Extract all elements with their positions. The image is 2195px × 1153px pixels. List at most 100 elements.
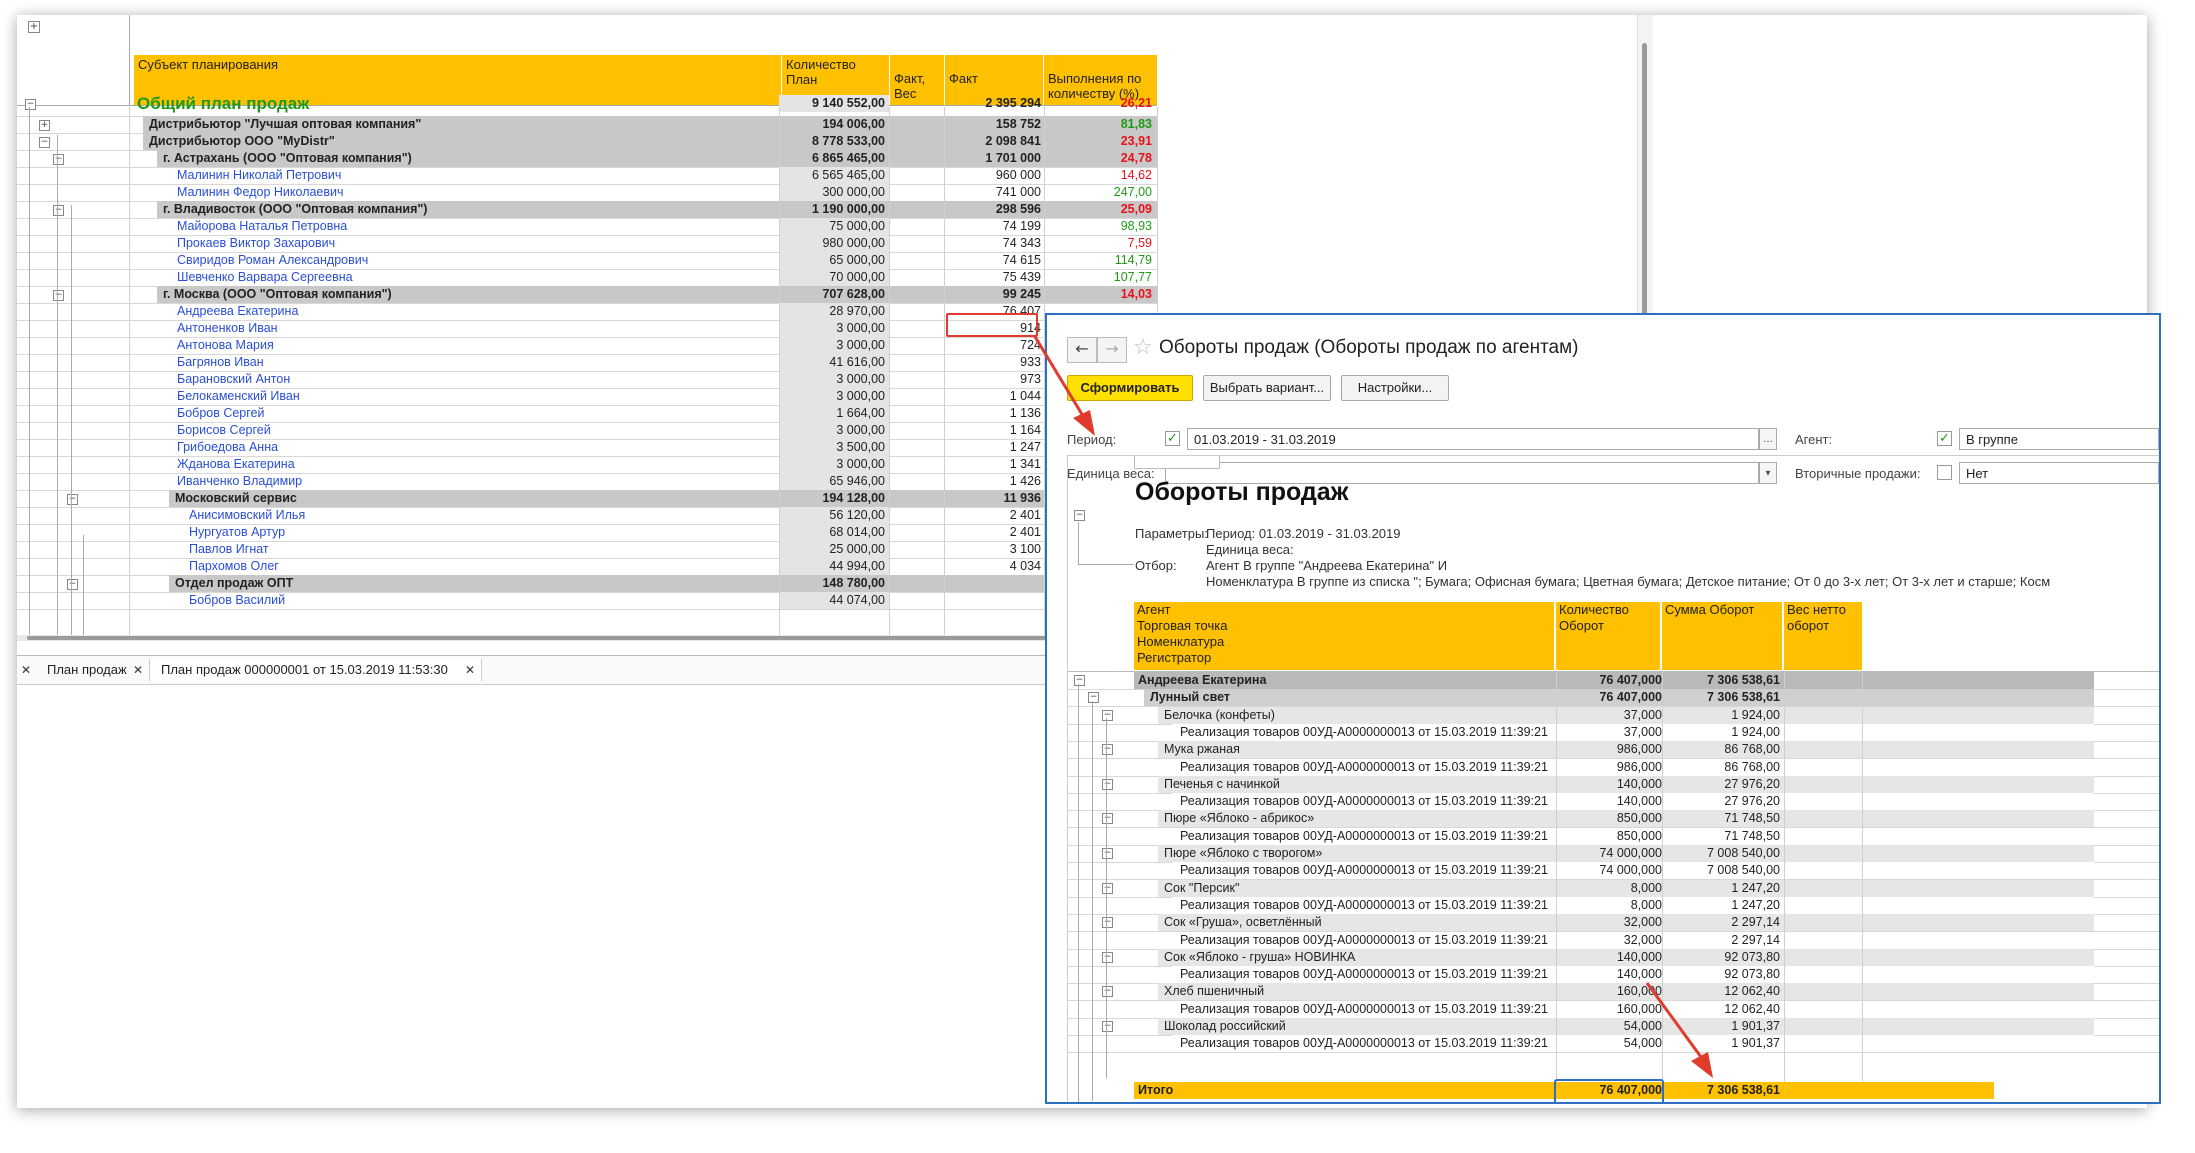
plan-row[interactable]: Бобров Василий 44 074,00 [17, 592, 1157, 610]
collapse-icon[interactable]: − [1102, 779, 1113, 790]
expand-icon[interactable]: + [39, 120, 50, 131]
plan-row[interactable]: Дистрибьютор ООО "MyDistr" 8 778 533,00 2 … [17, 133, 1157, 151]
collapse-icon[interactable]: − [1102, 883, 1113, 894]
plan-row-name[interactable]: Барановский Антон [177, 371, 290, 388]
plan-row-name[interactable]: Майорова Наталья Петровна [177, 218, 347, 235]
turnover-row[interactable]: Мука ржаная 986,000 86 768,00 [1068, 741, 2159, 759]
turnover-row[interactable]: Реализация товаров 00УД-А0000000013 от 1… [1068, 862, 2159, 880]
tab-plan[interactable]: План продаж ✕ [37, 659, 150, 681]
plan-row[interactable]: Бобров Сергей 1 664,00 1 136 [17, 405, 1157, 423]
plan-row[interactable]: Анисимовский Илья 56 120,00 2 401 [17, 507, 1157, 525]
plan-row-name[interactable]: Грибоедова Анна [177, 439, 278, 456]
plan-row[interactable]: Иванченко Владимир 65 946,00 1 426 [17, 473, 1157, 491]
turnover-row[interactable]: Реализация товаров 00УД-А0000000013 от 1… [1068, 966, 2159, 984]
plan-row[interactable]: Малинин Николай Петрович 6 565 465,00 960 … [17, 167, 1157, 185]
plan-row-name[interactable]: Анисимовский Илья [189, 507, 305, 524]
plan-row-name[interactable]: Малинин Федор Николаевич [177, 184, 344, 201]
plan-row-name[interactable]: Борисов Сергей [177, 422, 271, 439]
plan-row[interactable]: Жданова Екатерина 3 000,00 1 341 [17, 456, 1157, 474]
collapse-icon[interactable]: − [1102, 986, 1113, 997]
turnover-row[interactable]: Реализация товаров 00УД-А0000000013 от 1… [1068, 828, 2159, 846]
generate-button[interactable]: Сформировать [1067, 375, 1193, 401]
turnover-row[interactable]: Сок "Персик" 8,000 1 247,20 [1068, 880, 2159, 898]
plan-row[interactable]: Павлов Игнат 25 000,00 3 100 [17, 541, 1157, 559]
plan-row-name[interactable]: Жданова Екатерина [177, 456, 295, 473]
turnover-row[interactable]: Реализация товаров 00УД-А0000000013 от 1… [1068, 897, 2159, 915]
plan-row[interactable]: Нургуатов Артур 68 014,00 2 401 [17, 524, 1157, 542]
back-arrow-icon[interactable]: ← [1067, 337, 1097, 363]
turnover-row[interactable]: Реализация товаров 00УД-А0000000013 от 1… [1068, 932, 2159, 950]
collapse-icon[interactable]: − [67, 579, 78, 590]
turnover-row[interactable]: Шоколад российский 54,000 1 901,37 [1068, 1018, 2159, 1036]
period-checkbox[interactable]: ✓ [1165, 431, 1180, 446]
collapse-icon[interactable]: − [1102, 813, 1113, 824]
plan-row[interactable]: Белокаменский Иван 3 000,00 1 044 [17, 388, 1157, 406]
collapse-icon[interactable]: − [53, 290, 64, 301]
turnover-row[interactable]: Реализация товаров 00УД-А0000000013 от 1… [1068, 1035, 2159, 1053]
plan-row[interactable]: Майорова Наталья Петровна 75 000,00 74 199… [17, 218, 1157, 236]
plan-row[interactable]: Общий план продаж 9 140 552,00 2 395 294 26… [17, 95, 1157, 117]
tab-plan-document[interactable]: План продаж 000000001 от 15.03.2019 11:5… [151, 659, 482, 681]
collapse-icon[interactable]: − [53, 154, 64, 165]
forward-arrow-icon[interactable]: → [1097, 337, 1127, 363]
plan-row[interactable]: Грибоедова Анна 3 500,00 1 247 [17, 439, 1157, 457]
plan-row[interactable]: Барановский Антон 3 000,00 973 [17, 371, 1157, 389]
turnover-row[interactable]: Лунный свет 76 407,000 7 306 538,61 [1068, 689, 2159, 707]
plan-row-name[interactable]: Нургуатов Артур [189, 524, 285, 541]
turnover-row[interactable]: Белочка (конфеты) 37,000 1 924,00 [1068, 707, 2159, 725]
plan-row-name[interactable]: Павлов Игнат [189, 541, 269, 558]
plan-row-name[interactable]: Белокаменский Иван [177, 388, 300, 405]
collapse-icon[interactable]: − [1074, 510, 1085, 521]
settings-button[interactable]: Настройки... [1341, 375, 1449, 401]
collapse-icon[interactable]: − [1102, 917, 1113, 928]
turnover-row[interactable]: Реализация товаров 00УД-А0000000013 от 1… [1068, 793, 2159, 811]
turnover-row[interactable]: Печенья с начинкой 140,000 27 976,20 [1068, 776, 2159, 794]
plan-row[interactable]: г. Москва (ООО "Оптовая компания") 707 62… [17, 286, 1157, 304]
plan-row[interactable]: Прокаев Виктор Захарович 980 000,00 74 343… [17, 235, 1157, 253]
hscroll-thumb[interactable] [27, 636, 1057, 640]
period-input[interactable]: 01.03.2019 - 31.03.2019 [1187, 428, 1759, 450]
plan-row[interactable]: Отдел продаж ОПТ 148 780,00 [17, 575, 1157, 593]
tab-close-icon[interactable]: ✕ [133, 660, 143, 680]
plan-row-name[interactable]: Иванченко Владимир [177, 473, 302, 490]
plan-row-name[interactable]: Пархомов Олег [189, 558, 279, 575]
close-icon[interactable]: ✕ [21, 660, 31, 680]
turnover-row[interactable]: Пюре «Яблоко - абрикос» 850,000 71 748,50 [1068, 810, 2159, 828]
plan-row[interactable]: Борисов Сергей 3 000,00 1 164 [17, 422, 1157, 440]
plan-row[interactable]: Пархомов Олег 44 994,00 4 034 [17, 558, 1157, 576]
collapse-icon[interactable]: − [1088, 692, 1099, 703]
choose-variant-button[interactable]: Выбрать вариант... [1203, 375, 1331, 401]
plan-row-name[interactable]: Багрянов Иван [177, 354, 264, 371]
collapse-icon[interactable]: − [53, 205, 64, 216]
period-choose-button[interactable]: … [1759, 428, 1777, 450]
turnover-row[interactable]: Сок «Яблоко - груша» НОВИНКА 140,000 92 07… [1068, 949, 2159, 967]
agent-input[interactable]: В группе [1959, 428, 2159, 450]
plan-row-name[interactable]: Малинин Николай Петрович [177, 167, 341, 184]
turnover-row[interactable]: Реализация товаров 00УД-А0000000013 от 1… [1068, 724, 2159, 742]
agent-checkbox[interactable]: ✓ [1937, 431, 1952, 446]
plan-row[interactable]: Багрянов Иван 41 616,00 933 [17, 354, 1157, 372]
turnover-row[interactable]: Сок «Груша», осветлённый 32,000 2 297,14 [1068, 914, 2159, 932]
collapse-icon[interactable]: − [1102, 710, 1113, 721]
collapse-icon[interactable]: − [1102, 744, 1113, 755]
collapse-icon[interactable]: − [67, 494, 78, 505]
plan-row[interactable]: Малинин Федор Николаевич 300 000,00 741 00… [17, 184, 1157, 202]
collapse-icon[interactable]: − [1102, 952, 1113, 963]
collapse-icon[interactable]: − [1102, 848, 1113, 859]
plan-row[interactable]: Московский сервис 194 128,00 11 936 [17, 490, 1157, 508]
plan-row-name[interactable]: Шевченко Варвара Сергеевна [177, 269, 353, 286]
plan-row-name[interactable]: Антоненков Иван [177, 320, 278, 337]
plan-row-name[interactable]: Бобров Василий [189, 592, 285, 609]
collapse-icon[interactable]: − [39, 137, 50, 148]
collapse-icon[interactable]: − [1102, 1021, 1113, 1032]
plan-row-name[interactable]: Андреева Екатерина [177, 303, 298, 320]
plan-row[interactable]: Шевченко Варвара Сергеевна 70 000,00 75 43… [17, 269, 1157, 287]
plan-row[interactable]: г. Астрахань (ООО "Оптовая компания") 6 8… [17, 150, 1157, 168]
turnover-row[interactable]: Хлеб пшеничный 160,000 12 062,40 [1068, 983, 2159, 1001]
star-icon[interactable]: ☆ [1133, 335, 1153, 361]
plan-row-name[interactable]: Антонова Мария [177, 337, 274, 354]
plan-row[interactable]: Свиридов Роман Александрович 65 000,00 74 … [17, 252, 1157, 270]
plan-row-name[interactable]: Прокаев Виктор Захарович [177, 235, 335, 252]
turnover-row[interactable]: Реализация товаров 00УД-А0000000013 от 1… [1068, 1001, 2159, 1019]
expand-all-icon[interactable]: + [28, 21, 40, 33]
